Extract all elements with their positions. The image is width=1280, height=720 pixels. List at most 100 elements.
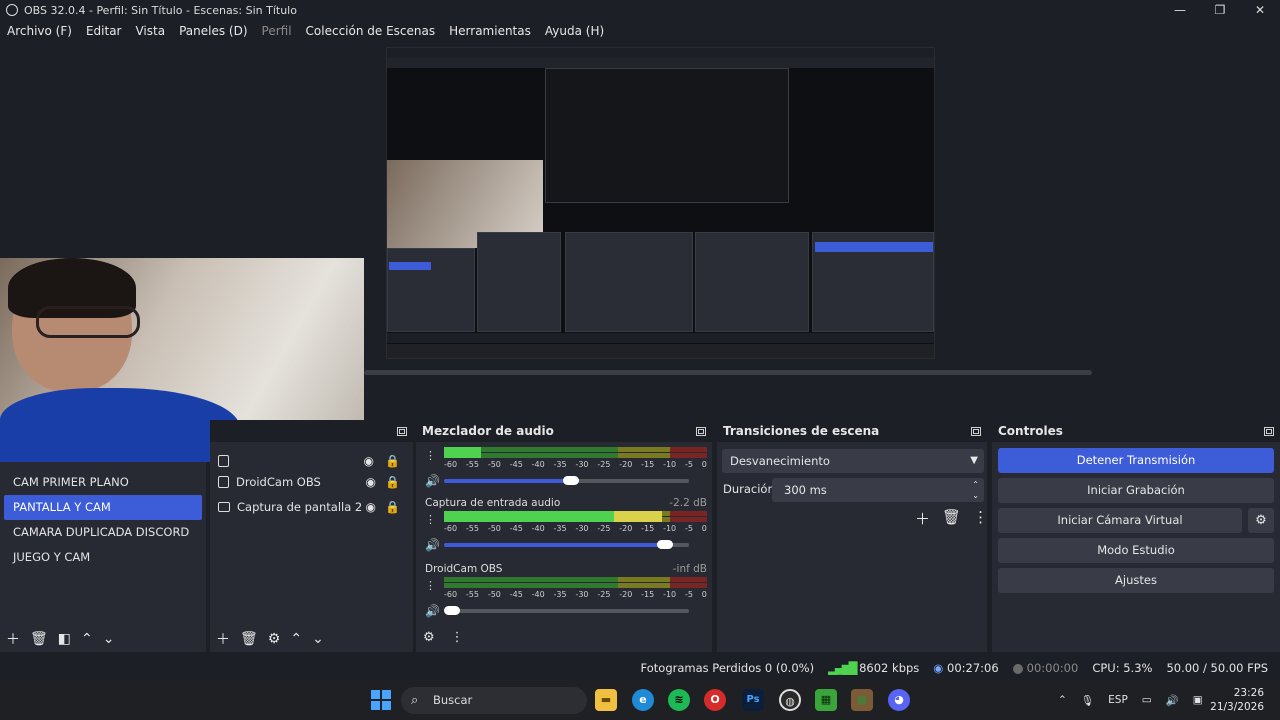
- menu-vista[interactable]: Vista: [128, 24, 172, 38]
- virtual-camera-settings-icon[interactable]: ⚙: [1248, 508, 1274, 533]
- microphone-icon[interactable]: 🎙: [1081, 694, 1094, 707]
- channel-menu-icon[interactable]: ⋮: [425, 513, 436, 526]
- source-item-captura[interactable]: Captura de pantalla 2 ◉ 🔒: [218, 496, 406, 518]
- volume-slider-knob[interactable]: [656, 540, 673, 549]
- lock-icon[interactable]: 🔒: [385, 475, 400, 489]
- volume-slider[interactable]: [444, 606, 689, 615]
- scene-item-juego-y-cam[interactable]: JUEGO Y CAM: [4, 545, 202, 570]
- maximize-button[interactable]: ❐: [1200, 0, 1240, 20]
- scene-filters-icon[interactable]: ◧: [58, 631, 71, 647]
- audio-float-icon[interactable]: [696, 426, 706, 436]
- mini-taskbar: [387, 344, 934, 358]
- menu-perfil[interactable]: Perfil: [255, 24, 299, 38]
- move-down-icon[interactable]: ⌄: [103, 631, 115, 647]
- add-scene-icon[interactable]: ＋: [6, 629, 20, 649]
- volume-slider-knob[interactable]: [444, 606, 460, 615]
- battery-icon[interactable]: ▣: [1193, 694, 1203, 706]
- windows-start-icon[interactable]: [371, 690, 391, 710]
- volume-icon[interactable]: 🔊: [1166, 694, 1179, 707]
- file-explorer-icon[interactable]: ▬: [595, 689, 617, 711]
- remove-scene-icon[interactable]: 🗑: [30, 631, 48, 647]
- remove-transition-icon[interactable]: 🗑: [942, 508, 961, 529]
- menu-editar[interactable]: Editar: [79, 24, 129, 38]
- eye-icon[interactable]: ◉: [364, 454, 374, 468]
- language-indicator[interactable]: ESP: [1108, 694, 1128, 706]
- speaker-icon[interactable]: 🔊: [425, 604, 444, 618]
- transition-select[interactable]: Desvanecimiento ▼: [722, 449, 984, 473]
- menu-ayuda[interactable]: Ayuda (H): [538, 24, 611, 38]
- scale-tick: -25: [597, 524, 611, 533]
- add-transition-icon[interactable]: ＋: [915, 508, 930, 529]
- scale-tick: -45: [509, 590, 523, 599]
- obs-taskbar-icon[interactable]: ◍: [779, 689, 801, 711]
- search-icon: ⌕: [411, 693, 419, 708]
- volume-slider-knob[interactable]: [563, 476, 580, 485]
- scene-item-pantalla-y-cam[interactable]: PANTALLA Y CAM: [4, 495, 202, 520]
- scene-item-camara-duplicada-discord[interactable]: CAMARA DUPLICADA DISCORD: [4, 520, 202, 545]
- volume-slider[interactable]: [444, 540, 689, 549]
- menu-coleccion-escenas[interactable]: Colección de Escenas: [299, 24, 443, 38]
- source-item-droidcam[interactable]: DroidCam OBS ◉ 🔒: [218, 471, 406, 493]
- lock-icon[interactable]: 🔒: [385, 500, 400, 514]
- source-up-icon[interactable]: ⌃: [290, 631, 302, 647]
- studio-mode-button[interactable]: Modo Estudio: [998, 538, 1274, 563]
- menu-paneles[interactable]: Paneles (D): [172, 24, 254, 38]
- source-down-icon[interactable]: ⌄: [312, 631, 324, 647]
- add-source-icon[interactable]: ＋: [216, 629, 230, 649]
- settings-button[interactable]: Ajustes: [998, 568, 1274, 593]
- move-up-icon[interactable]: ⌃: [81, 631, 93, 647]
- tray-chevron-up-icon[interactable]: ⌃: [1058, 694, 1067, 706]
- minecraft-creeper-icon[interactable]: ▦: [815, 689, 837, 711]
- minimize-button[interactable]: —: [1160, 0, 1200, 20]
- advanced-audio-icon[interactable]: ⚙: [423, 630, 435, 645]
- volume-slider[interactable]: [444, 476, 689, 485]
- source-label: DroidCam OBS: [236, 475, 321, 489]
- eye-icon[interactable]: ◉: [366, 475, 376, 489]
- edge-icon[interactable]: e: [632, 689, 654, 711]
- opera-icon[interactable]: O: [704, 689, 726, 711]
- start-recording-button[interactable]: Iniciar Grabación: [998, 478, 1274, 503]
- remove-source-icon[interactable]: 🗑: [240, 631, 258, 647]
- taskbar-search[interactable]: ⌕ Buscar: [401, 687, 587, 714]
- transition-toolbar: ＋ 🗑 ⋮: [915, 508, 988, 529]
- sources-float-icon[interactable]: [397, 426, 407, 436]
- controls-float-icon[interactable]: [1264, 426, 1274, 436]
- network-icon[interactable]: ▭: [1142, 694, 1152, 706]
- eye-icon[interactable]: ◉: [366, 500, 376, 514]
- duration-spinner-icon[interactable]: ⌃ ⌄: [972, 479, 979, 501]
- menu-bar: Archivo (F) Editar Vista Paneles (D) Per…: [0, 20, 1280, 42]
- start-virtual-camera-button[interactable]: Iniciar Cámara Virtual: [998, 508, 1242, 533]
- menu-archivo[interactable]: Archivo (F): [0, 24, 79, 38]
- scale-tick: -25: [597, 590, 611, 599]
- mixer-menu-icon[interactable]: ⋮: [451, 630, 464, 645]
- mixer-channel-header: DroidCam OBS -inf dB: [425, 563, 707, 577]
- scene-item-cam-primer-plano[interactable]: CAM PRIMER PLANO: [4, 470, 202, 495]
- source-item-extra[interactable]: ◉ 🔒: [218, 450, 406, 472]
- stop-streaming-button[interactable]: Detener Transmisión: [998, 448, 1274, 473]
- transitions-float-icon[interactable]: [971, 426, 981, 436]
- mini-transitions: [695, 232, 809, 332]
- scale-tick: -15: [641, 590, 655, 599]
- minecraft-block-icon[interactable]: ▩: [851, 689, 873, 711]
- close-button[interactable]: ✕: [1240, 0, 1280, 20]
- channel-menu-icon[interactable]: ⋮: [425, 579, 436, 592]
- discord-icon[interactable]: ◕: [888, 689, 910, 711]
- meter-level: [444, 511, 663, 522]
- lock-icon[interactable]: 🔒: [385, 454, 400, 468]
- preview-scrollbar-thumb[interactable]: [364, 370, 1092, 375]
- channel-menu-icon[interactable]: ⋮: [425, 449, 436, 462]
- photoshop-icon[interactable]: Ps: [742, 689, 764, 711]
- mixer-toolbar: ⚙ ⋮: [423, 630, 464, 645]
- transitions-header: Transiciones de escena: [717, 420, 987, 442]
- scale-tick: -60: [444, 590, 458, 599]
- spotify-icon[interactable]: ≋: [668, 689, 690, 711]
- transition-menu-icon[interactable]: ⋮: [973, 508, 988, 529]
- preview-scrollbar[interactable]: [364, 368, 1280, 378]
- source-properties-icon[interactable]: ⚙: [268, 631, 281, 647]
- speaker-icon[interactable]: 🔊: [425, 474, 444, 488]
- menu-herramientas[interactable]: Herramientas: [442, 24, 538, 38]
- speaker-icon[interactable]: 🔊: [425, 538, 444, 552]
- taskbar-clock[interactable]: 23:26 21/3/2026: [1210, 686, 1264, 714]
- meter-scale: -60 -55 -50 -45 -40 -35 -30 -25 -20 -15 -10 -5 0: [444, 590, 707, 599]
- duration-input[interactable]: 300 ms ⌃ ⌄: [772, 478, 984, 502]
